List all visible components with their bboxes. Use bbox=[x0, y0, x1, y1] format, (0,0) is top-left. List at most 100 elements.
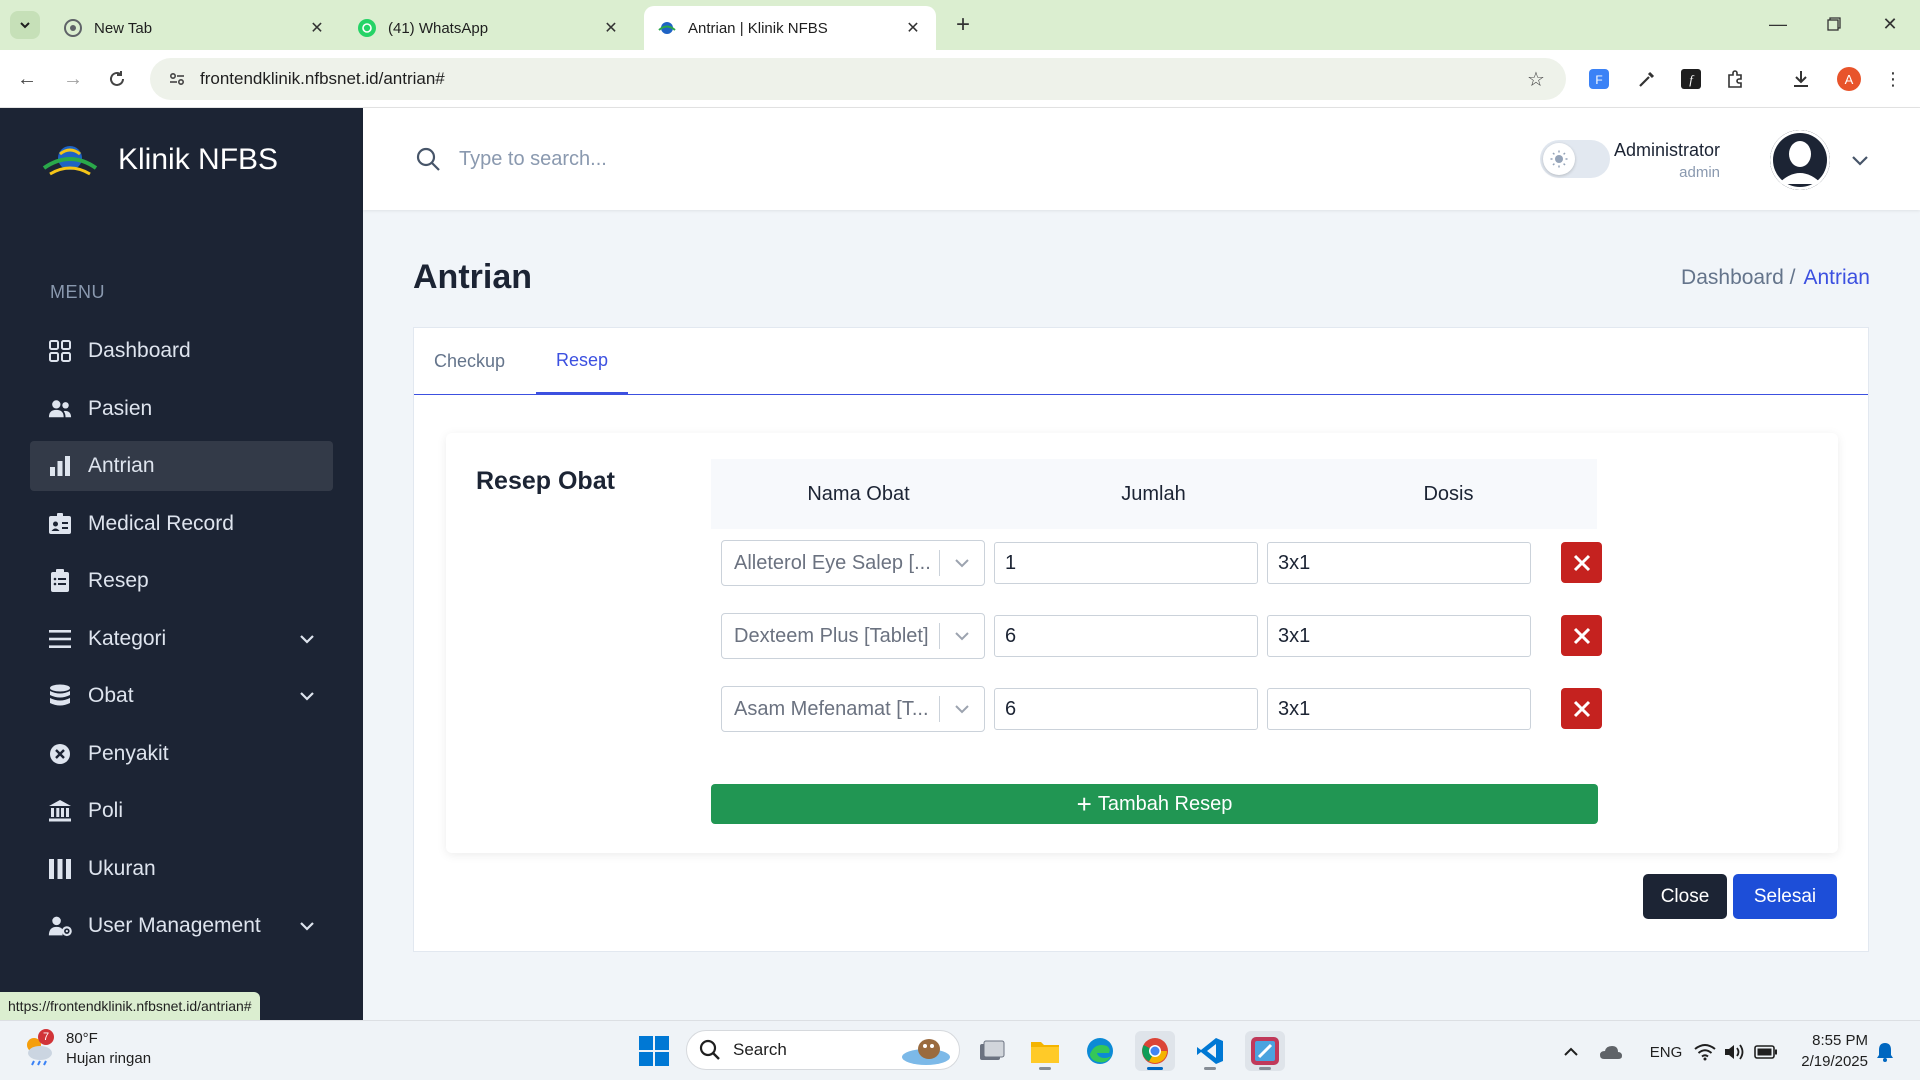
sidebar-item-resep[interactable]: Resep bbox=[30, 556, 333, 606]
wifi-icon[interactable] bbox=[1692, 1039, 1718, 1065]
users-icon bbox=[48, 397, 72, 421]
dosis-input[interactable] bbox=[1267, 688, 1531, 730]
close-icon[interactable]: ✕ bbox=[602, 19, 620, 37]
user-gear-icon bbox=[48, 914, 72, 938]
back-arrow-icon[interactable]: ← bbox=[10, 62, 44, 96]
sidebar-item-antrian[interactable]: Antrian bbox=[30, 441, 333, 491]
extension-eyedropper-icon[interactable] bbox=[1632, 64, 1662, 94]
tambah-resep-button[interactable]: + Tambah Resep bbox=[711, 784, 1598, 824]
chevron-down-icon[interactable] bbox=[297, 916, 317, 936]
sidebar-item-ukuran[interactable]: Ukuran bbox=[30, 844, 333, 894]
extension-fontface-icon[interactable]: f bbox=[1676, 64, 1706, 94]
file-explorer-icon[interactable] bbox=[1025, 1031, 1065, 1071]
brand[interactable]: Klinik NFBS bbox=[42, 138, 278, 182]
clock-time: 8:55 PM bbox=[1812, 1032, 1868, 1049]
obat-select[interactable]: Alleterol Eye Salep [... bbox=[721, 540, 985, 586]
profile-avatar-button[interactable]: A bbox=[1834, 64, 1864, 94]
paint-app-icon[interactable] bbox=[1245, 1031, 1285, 1071]
system-clock[interactable]: 8:55 PM 2/19/2025 bbox=[1801, 1030, 1868, 1072]
chevron-down-icon[interactable] bbox=[297, 686, 317, 706]
obat-select[interactable]: Dexteem Plus [Tablet] bbox=[721, 613, 985, 659]
sidebar-item-pasien[interactable]: Pasien bbox=[30, 384, 333, 434]
sidebar-item-user-management[interactable]: User Management bbox=[30, 901, 333, 951]
search-icon[interactable] bbox=[415, 146, 441, 172]
delete-row-button[interactable] bbox=[1561, 615, 1602, 656]
more-vert-icon[interactable]: ⋮ bbox=[1878, 64, 1908, 94]
extension-translate-icon[interactable]: F bbox=[1584, 64, 1614, 94]
new-tab-button[interactable]: + bbox=[948, 10, 978, 40]
chevron-up-icon[interactable] bbox=[1558, 1039, 1584, 1065]
browser-tab-whatsapp[interactable]: (41) WhatsApp ✕ bbox=[344, 6, 634, 50]
avatar[interactable] bbox=[1770, 130, 1830, 190]
window-close-icon[interactable]: ✕ bbox=[1870, 8, 1910, 40]
dark-mode-toggle[interactable] bbox=[1540, 140, 1610, 178]
download-icon[interactable] bbox=[1786, 64, 1816, 94]
obat-select-value: Dexteem Plus [Tablet] bbox=[734, 624, 929, 647]
url-text[interactable]: frontendklinik.nfbsnet.id/antrian# bbox=[200, 69, 1524, 89]
chevron-down-icon[interactable] bbox=[940, 613, 984, 659]
jumlah-input[interactable] bbox=[994, 615, 1258, 657]
delete-row-button[interactable] bbox=[1561, 688, 1602, 729]
selesai-button[interactable]: Selesai bbox=[1733, 874, 1837, 919]
sidebar-item-obat[interactable]: Obat bbox=[30, 671, 333, 721]
chevron-down-icon[interactable] bbox=[940, 540, 984, 586]
jumlah-input[interactable] bbox=[994, 542, 1258, 584]
jumlah-input[interactable] bbox=[994, 688, 1258, 730]
taskbar-search[interactable]: Search bbox=[686, 1030, 960, 1070]
sidebar-item-dashboard[interactable]: Dashboard bbox=[30, 326, 333, 376]
table-row: Asam Mefenamat [T... bbox=[711, 686, 1602, 732]
battery-icon[interactable] bbox=[1753, 1039, 1779, 1065]
bar-chart-icon bbox=[48, 454, 72, 478]
chevron-down-icon[interactable] bbox=[297, 629, 317, 649]
tab-resep[interactable]: Resep bbox=[536, 328, 629, 395]
search-input[interactable] bbox=[459, 138, 1059, 180]
close-icon bbox=[1573, 700, 1590, 717]
extensions-puzzle-icon[interactable] bbox=[1720, 64, 1750, 94]
dosis-input[interactable] bbox=[1267, 542, 1531, 584]
sidebar-item-poli[interactable]: Poli bbox=[30, 786, 333, 836]
sidebar-item-label: Obat bbox=[88, 684, 134, 707]
search-highlight-icon bbox=[902, 1039, 950, 1065]
forward-arrow-icon[interactable]: → bbox=[56, 62, 90, 96]
bookmark-star-icon[interactable]: ☆ bbox=[1524, 67, 1548, 91]
sidebar-item-penyakit[interactable]: Penyakit bbox=[30, 729, 333, 779]
list-icon bbox=[48, 627, 72, 651]
tab-checkup[interactable]: Checkup bbox=[414, 328, 525, 395]
user-name[interactable]: Administrator bbox=[1614, 140, 1720, 161]
onedrive-cloud-icon[interactable] bbox=[1598, 1039, 1624, 1065]
address-bar[interactable]: frontendklinik.nfbsnet.id/antrian# ☆ bbox=[150, 58, 1566, 100]
chrome-icon[interactable] bbox=[1135, 1031, 1175, 1071]
sidebar-item-kategori[interactable]: Kategori bbox=[30, 614, 333, 664]
close-icon[interactable]: ✕ bbox=[308, 19, 326, 37]
browser-tab-antrian[interactable]: Antrian | Klinik NFBS ✕ bbox=[644, 6, 936, 50]
running-indicator bbox=[1147, 1067, 1163, 1070]
dosis-input[interactable] bbox=[1267, 615, 1531, 657]
tab-search-button[interactable] bbox=[10, 11, 40, 39]
obat-select[interactable]: Asam Mefenamat [T... bbox=[721, 686, 985, 732]
reload-icon[interactable] bbox=[100, 62, 134, 96]
browser-tab-new-tab[interactable]: New Tab ✕ bbox=[50, 6, 340, 50]
close-icon[interactable]: ✕ bbox=[904, 19, 922, 37]
chevron-down-icon[interactable] bbox=[940, 686, 984, 732]
vscode-icon[interactable] bbox=[1190, 1031, 1230, 1071]
chevron-down-icon[interactable] bbox=[1848, 148, 1872, 172]
breadcrumb-dashboard-link[interactable]: Dashboard / bbox=[1681, 266, 1795, 290]
notification-bell-icon[interactable] bbox=[1872, 1039, 1898, 1065]
sidebar-item-label: Resep bbox=[88, 569, 149, 592]
brand-name: Klinik NFBS bbox=[118, 143, 279, 176]
volume-icon[interactable] bbox=[1722, 1039, 1748, 1065]
delete-row-button[interactable] bbox=[1561, 542, 1602, 583]
resep-title: Resep Obat bbox=[476, 467, 615, 495]
minimize-icon[interactable]: — bbox=[1758, 8, 1798, 40]
sidebar-item-medical-record[interactable]: Medical Record bbox=[30, 499, 333, 549]
weather-widget[interactable]: 7 80°F Hujan ringan bbox=[20, 1029, 151, 1069]
windows-start-icon[interactable] bbox=[638, 1035, 670, 1067]
sidebar-item-label: Antrian bbox=[88, 454, 155, 477]
language-indicator[interactable]: ENG bbox=[1644, 1039, 1688, 1065]
task-view-icon[interactable] bbox=[972, 1031, 1012, 1071]
close-button[interactable]: Close bbox=[1643, 874, 1727, 919]
restore-icon[interactable] bbox=[1814, 8, 1854, 40]
site-settings-icon[interactable] bbox=[166, 68, 188, 90]
svg-text:F: F bbox=[1595, 73, 1602, 87]
edge-icon[interactable] bbox=[1080, 1031, 1120, 1071]
